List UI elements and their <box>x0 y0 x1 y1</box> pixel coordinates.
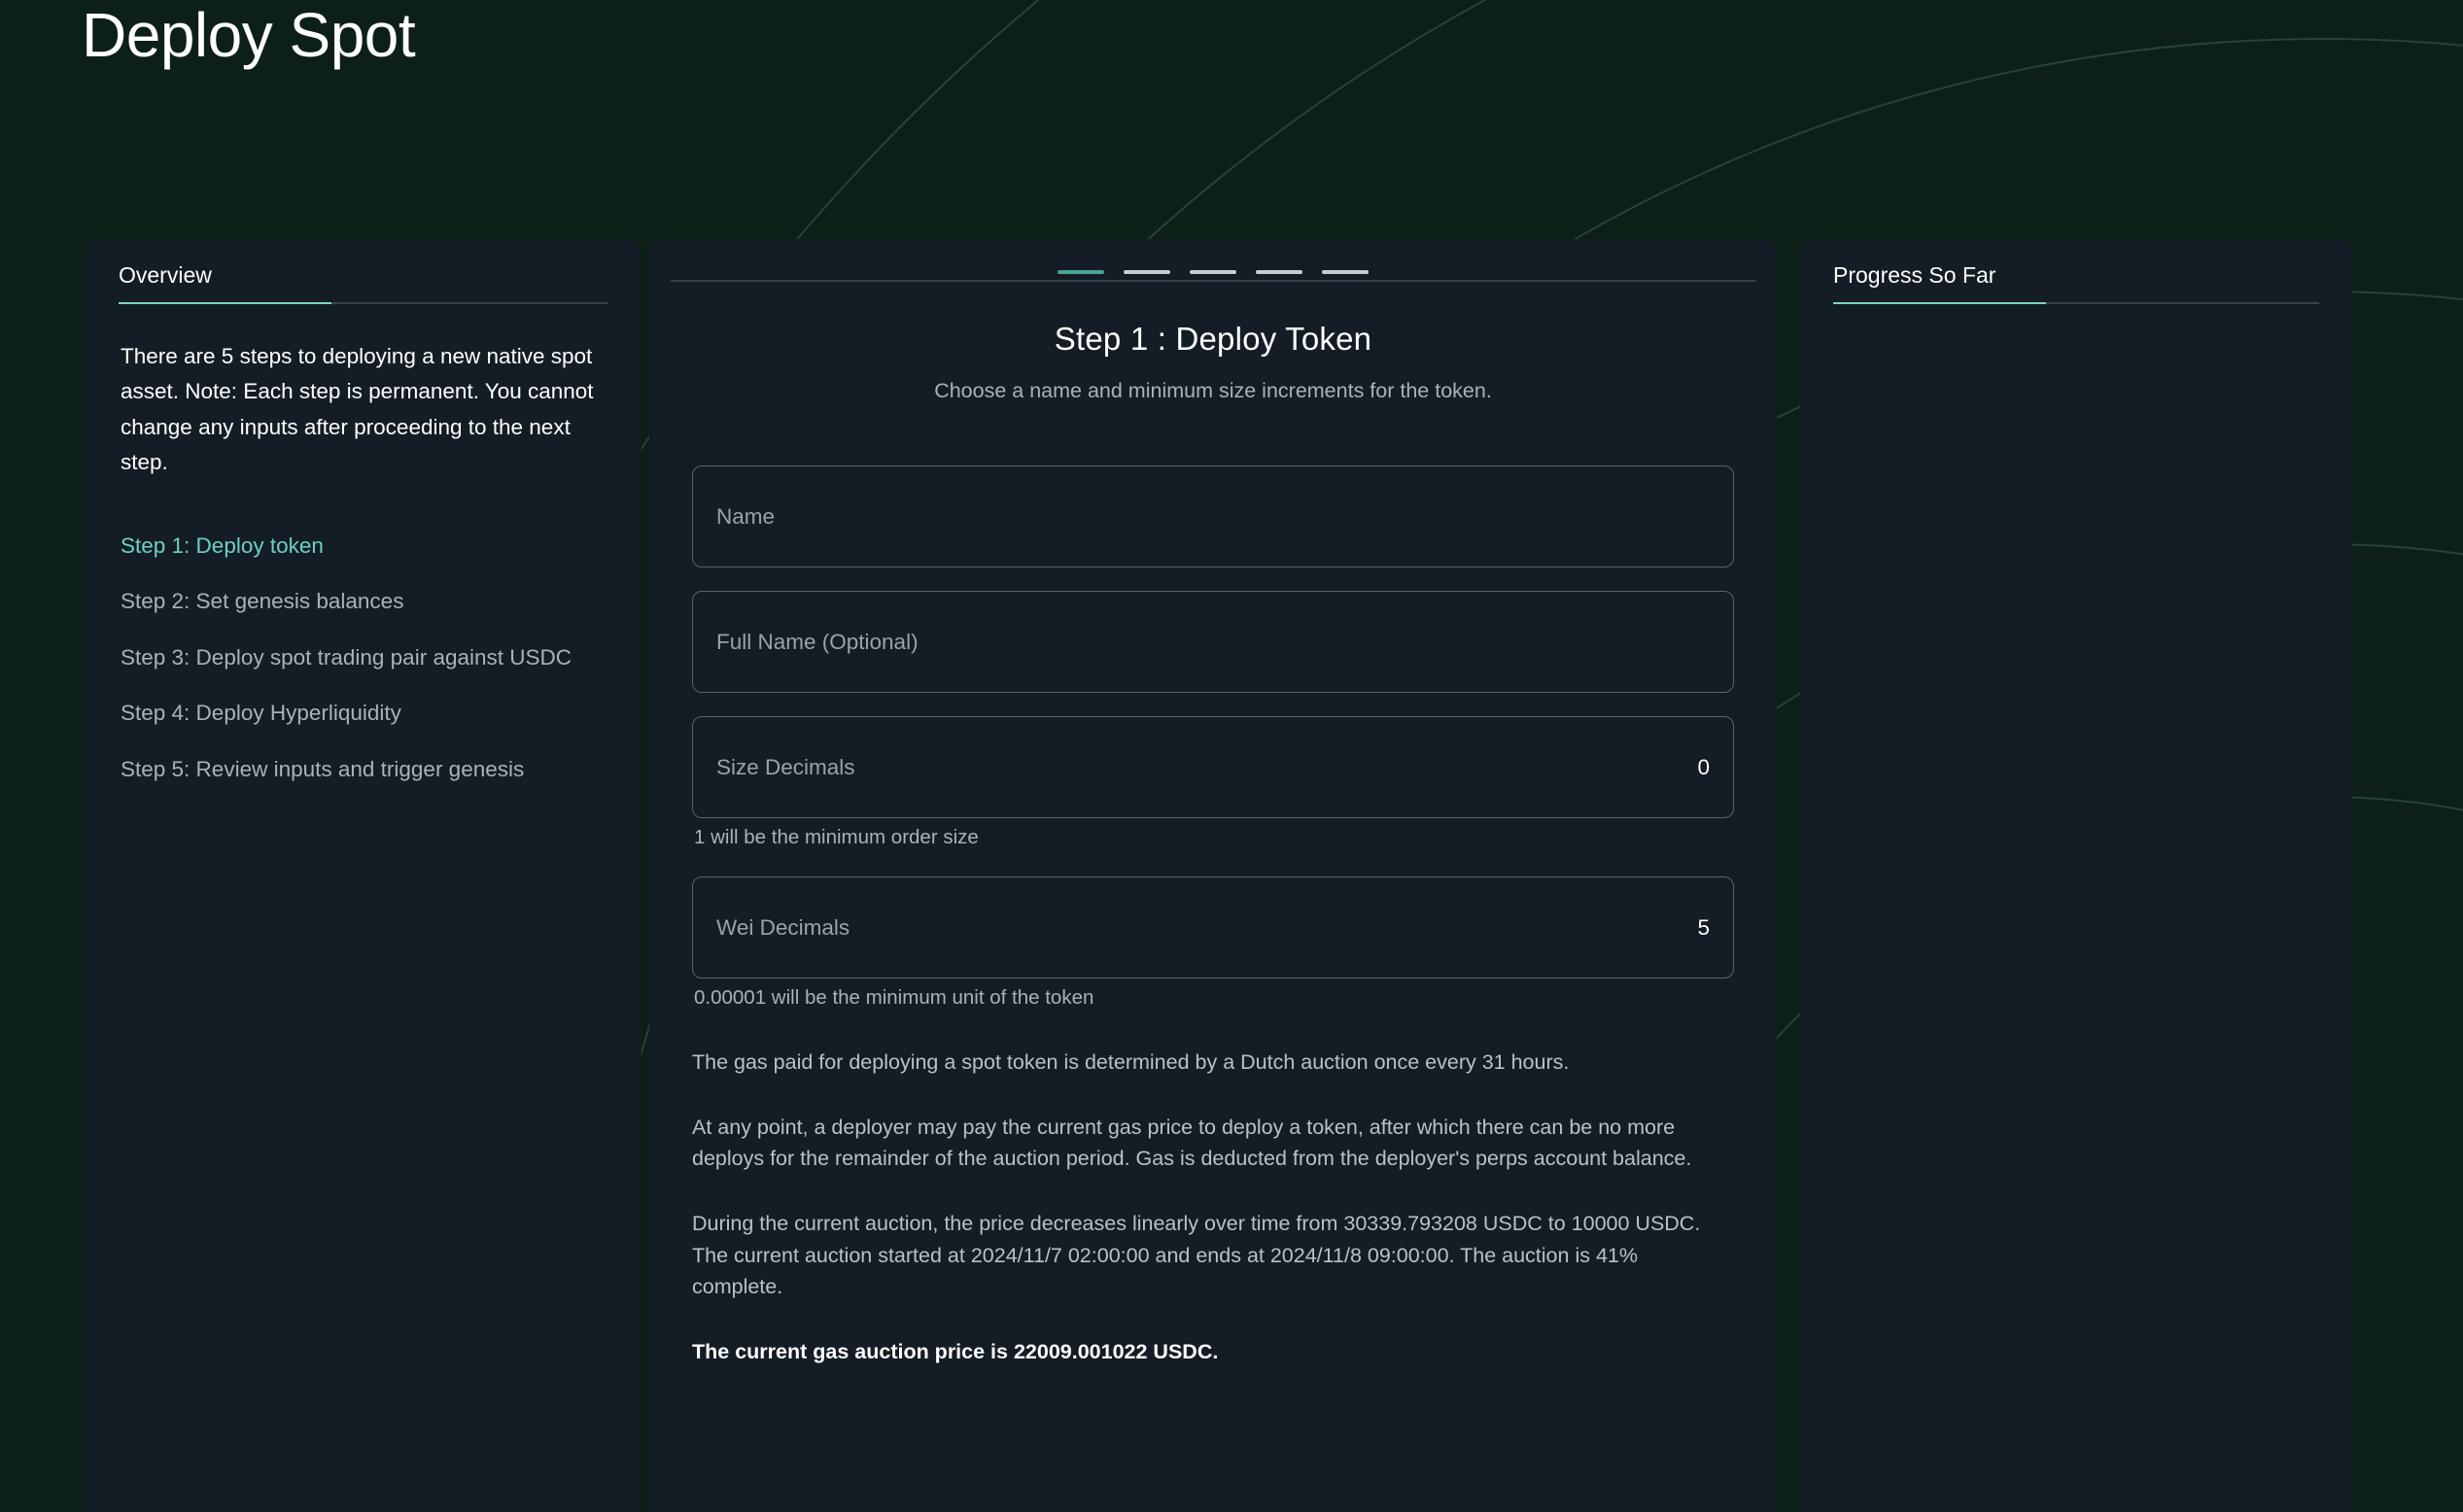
step-dash-5[interactable] <box>1322 270 1369 274</box>
progress-body <box>1800 304 2352 374</box>
size-decimals-value: 0 <box>1697 755 1710 780</box>
overview-panel: Overview There are 5 steps to deploying … <box>86 239 642 1512</box>
name-field-placeholder: Name <box>716 504 775 530</box>
step-subheading: Choose a name and minimum size increment… <box>692 379 1734 403</box>
auction-notes: The gas paid for deploying a spot token … <box>692 1047 1734 1368</box>
tab-progress-so-far[interactable]: Progress So Far <box>1833 262 1995 304</box>
tab-overview[interactable]: Overview <box>119 262 212 304</box>
step-item-3[interactable]: Step 3: Deploy spot trading pair against… <box>121 630 607 686</box>
step-dash-2[interactable] <box>1124 270 1170 274</box>
step-progress-indicator <box>671 239 1755 282</box>
wei-decimals-value: 5 <box>1697 915 1710 941</box>
wei-decimals-placeholder: Wei Decimals <box>716 915 850 941</box>
progress-panel: Progress So Far <box>1800 239 2352 1512</box>
step-item-5[interactable]: Step 5: Review inputs and trigger genesi… <box>121 741 607 798</box>
step-form-panel: Step 1 : Deploy Token Choose a name and … <box>649 239 1777 1512</box>
auction-note-2: At any point, a deployer may pay the cur… <box>692 1112 1734 1175</box>
size-decimals-placeholder: Size Decimals <box>716 755 855 780</box>
current-gas-price-note: The current gas auction price is 22009.0… <box>692 1336 1734 1368</box>
step-form-body: Step 1 : Deploy Token Choose a name and … <box>649 282 1777 1368</box>
steps-list: Step 1: Deploy token Step 2: Set genesis… <box>121 518 607 798</box>
step-item-4[interactable]: Step 4: Deploy Hyperliquidity <box>121 685 607 741</box>
wei-decimals-hint: 0.00001 will be the minimum unit of the … <box>694 986 1734 1010</box>
wei-decimals-field[interactable]: Wei Decimals 5 <box>692 876 1734 979</box>
progress-tab-rule-active <box>1833 302 2046 304</box>
full-name-field-placeholder: Full Name (Optional) <box>716 630 919 655</box>
auction-note-3: During the current auction, the price de… <box>692 1208 1734 1303</box>
stepper-header <box>649 239 1777 282</box>
progress-tabbar: Progress So Far <box>1800 239 2352 304</box>
step-dash-4[interactable] <box>1256 270 1302 274</box>
overview-tabbar: Overview <box>86 239 642 304</box>
deploy-token-form: Name Full Name (Optional) Size Decimals … <box>692 465 1734 1010</box>
step-dash-3[interactable] <box>1190 270 1236 274</box>
name-field[interactable]: Name <box>692 465 1734 567</box>
page-title: Deploy Spot <box>82 0 415 73</box>
step-item-2[interactable]: Step 2: Set genesis balances <box>121 573 607 630</box>
size-decimals-hint: 1 will be the minimum order size <box>694 826 1734 849</box>
step-dash-1[interactable] <box>1058 270 1104 274</box>
auction-note-1: The gas paid for deploying a spot token … <box>692 1047 1734 1079</box>
overview-intro-text: There are 5 steps to deploying a new nat… <box>121 339 607 481</box>
deploy-board: Overview There are 5 steps to deploying … <box>0 239 2463 1512</box>
step-heading: Step 1 : Deploy Token <box>692 321 1734 358</box>
overview-body: There are 5 steps to deploying a new nat… <box>86 304 642 797</box>
step-item-1[interactable]: Step 1: Deploy token <box>121 518 607 574</box>
stepper-rule <box>671 280 1755 282</box>
size-decimals-field[interactable]: Size Decimals 0 <box>692 716 1734 818</box>
full-name-field[interactable]: Full Name (Optional) <box>692 591 1734 693</box>
tab-rule-active <box>119 302 331 304</box>
